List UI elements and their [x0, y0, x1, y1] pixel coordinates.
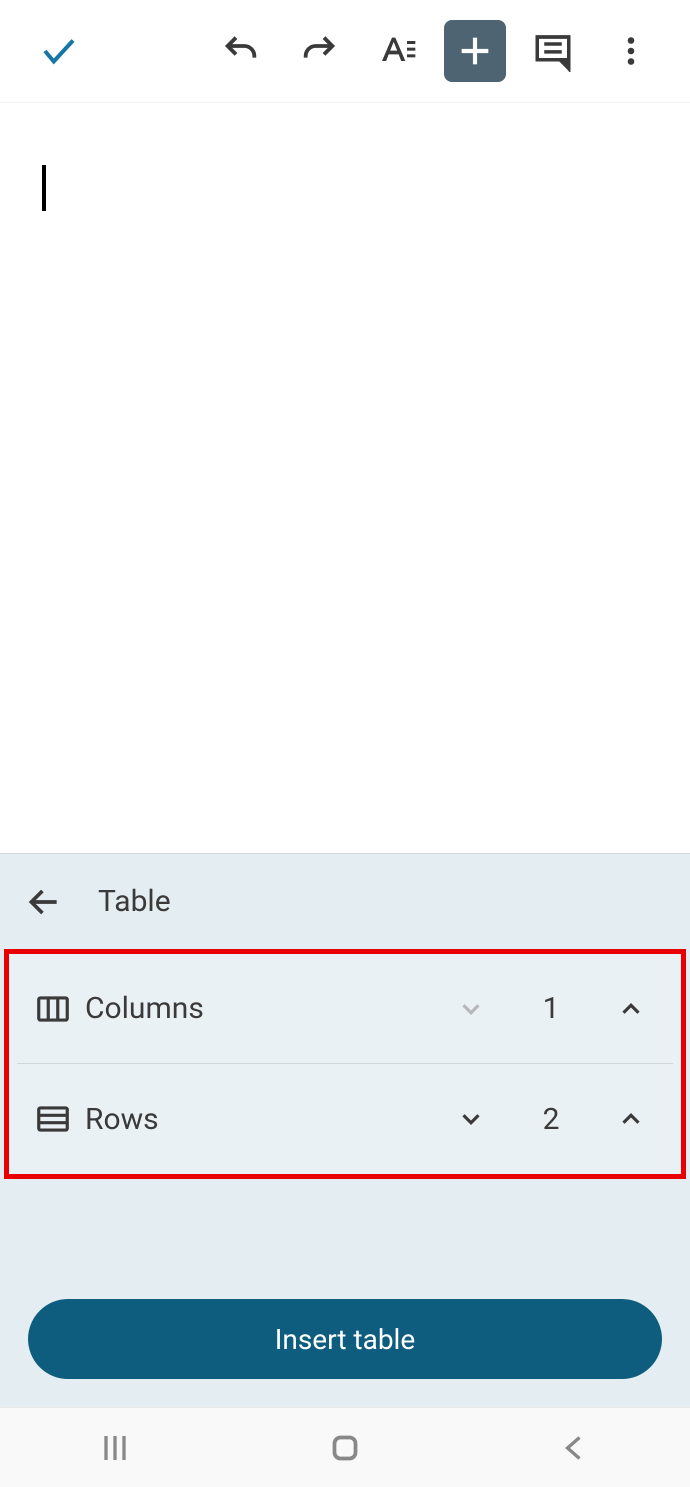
columns-option-row: Columns 1: [17, 954, 673, 1064]
document-editor[interactable]: [0, 103, 690, 853]
more-vert-icon: [613, 33, 649, 69]
columns-label: Columns: [85, 991, 441, 1026]
comment-icon: [532, 30, 574, 72]
table-options-highlight: Columns 1: [4, 949, 686, 1179]
chevron-down-icon: [456, 994, 486, 1024]
undo-button[interactable]: [210, 20, 272, 82]
table-panel: Table Columns 1: [0, 853, 690, 1407]
chevron-up-icon: [616, 994, 646, 1024]
toolbar-right-group: [202, 20, 670, 82]
panel-header: Table: [0, 854, 690, 949]
rows-increase-button[interactable]: [601, 1089, 661, 1149]
rows-decrease-button[interactable]: [441, 1089, 501, 1149]
columns-decrease-button[interactable]: [441, 979, 501, 1039]
columns-icon: [29, 985, 77, 1033]
top-toolbar: [0, 0, 690, 103]
checkmark-icon: [38, 30, 80, 72]
home-icon: [327, 1430, 363, 1466]
undo-icon: [221, 31, 261, 71]
rows-stepper: 2: [441, 1089, 661, 1149]
system-nav-bar: [0, 1407, 690, 1487]
chevron-down-icon: [456, 1104, 486, 1134]
rows-icon: [29, 1095, 77, 1143]
more-options-button[interactable]: [600, 20, 662, 82]
panel-spacer: [0, 1179, 690, 1299]
recents-icon: [97, 1430, 133, 1466]
toolbar-left-group: [20, 20, 98, 82]
redo-icon: [299, 31, 339, 71]
rows-value: 2: [501, 1102, 601, 1137]
text-format-icon: [377, 31, 417, 71]
chevron-up-icon: [616, 1104, 646, 1134]
rows-label: Rows: [85, 1102, 441, 1137]
back-nav-button[interactable]: [535, 1423, 615, 1473]
rows-option-row: Rows 2: [9, 1064, 681, 1174]
done-button[interactable]: [28, 20, 90, 82]
insert-button[interactable]: [444, 20, 506, 82]
columns-value: 1: [501, 991, 601, 1026]
text-cursor: [42, 165, 46, 211]
text-format-button[interactable]: [366, 20, 428, 82]
home-nav-button[interactable]: [305, 1423, 385, 1473]
columns-stepper: 1: [441, 979, 661, 1039]
back-icon: [557, 1430, 593, 1466]
plus-icon: [455, 31, 495, 71]
arrow-left-icon: [25, 883, 63, 921]
panel-title: Table: [98, 884, 171, 919]
comment-button[interactable]: [522, 20, 584, 82]
columns-increase-button[interactable]: [601, 979, 661, 1039]
recents-nav-button[interactable]: [75, 1423, 155, 1473]
redo-button[interactable]: [288, 20, 350, 82]
panel-back-button[interactable]: [20, 878, 68, 926]
insert-table-button[interactable]: Insert table: [28, 1299, 662, 1379]
